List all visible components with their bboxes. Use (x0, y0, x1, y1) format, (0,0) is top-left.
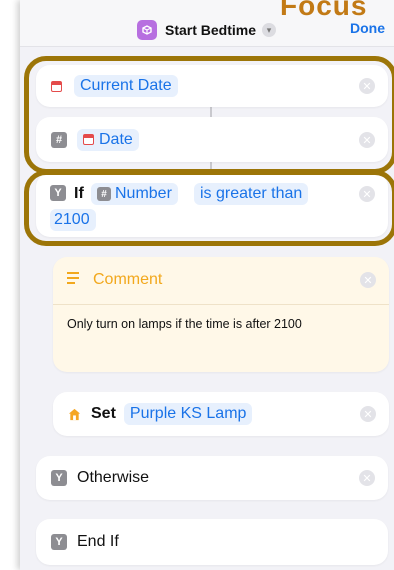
shortcut-title-button[interactable]: Start Bedtime ▾ (137, 19, 277, 41)
date-variable-pill[interactable]: Date (77, 128, 139, 151)
end-if-label: End If (77, 533, 119, 550)
current-date-pill[interactable]: Current Date (74, 75, 178, 97)
condition-pill[interactable]: is greater than (194, 183, 309, 205)
set-lamp-action[interactable]: Set Purple KS Lamp ✕ (53, 392, 389, 436)
date-variable-label: Date (99, 130, 133, 148)
shortcut-title: Start Bedtime (165, 22, 257, 38)
if-branch-icon: Y (51, 470, 67, 486)
home-icon (68, 408, 81, 421)
comment-text[interactable]: Only turn on lamps if the time is after … (67, 317, 302, 331)
otherwise-action[interactable]: Y Otherwise ✕ (36, 456, 388, 500)
remove-action-icon[interactable]: ✕ (359, 132, 375, 148)
date-action[interactable]: # Date ✕ (36, 117, 388, 162)
otherwise-label: Otherwise (77, 469, 150, 486)
if-keyword: If (74, 185, 84, 202)
remove-action-icon[interactable]: ✕ (360, 272, 376, 288)
number-variable-icon: # (51, 131, 67, 148)
done-button[interactable]: Done (350, 20, 385, 36)
calendar-icon (51, 80, 62, 92)
device-pill[interactable]: Purple KS Lamp (123, 403, 253, 425)
end-if-action[interactable]: Y End If (36, 519, 388, 565)
set-keyword: Set (91, 405, 116, 422)
comment-title: Comment (93, 271, 163, 288)
comment-action[interactable]: Comment ✕ Only turn on lamps if the time… (53, 257, 389, 372)
remove-action-icon[interactable]: ✕ (359, 78, 375, 94)
current-date-action[interactable]: Current Date ✕ (36, 65, 388, 107)
number-variable-pill[interactable]: # Number (91, 183, 178, 205)
remove-action-icon[interactable]: ✕ (360, 406, 376, 422)
comment-lines-icon (67, 272, 79, 284)
number-icon: # (97, 187, 111, 201)
calendar-icon (83, 134, 94, 145)
condition-value-pill[interactable]: 2100 (50, 209, 96, 231)
remove-action-icon[interactable]: ✕ (359, 186, 375, 202)
focus-overlay-label: Focus (280, 0, 368, 21)
comment-divider (53, 304, 389, 305)
chevron-down-icon: ▾ (262, 23, 277, 37)
number-variable-label: Number (115, 185, 172, 202)
if-branch-icon: Y (51, 534, 67, 550)
if-action[interactable]: Y If # Number is greater than 2100 ✕ (36, 173, 388, 237)
shortcut-app-icon (137, 20, 157, 40)
if-branch-icon: Y (50, 185, 66, 201)
remove-action-icon[interactable]: ✕ (359, 470, 375, 486)
